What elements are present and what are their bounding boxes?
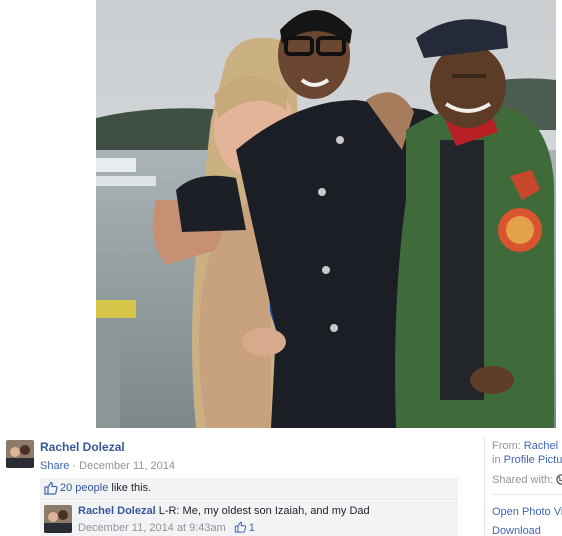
likes-bar: 20 people like this. [40, 478, 458, 500]
shared-with-line: Shared with: [492, 474, 562, 486]
photo-sidebar: From: Rachel D in Profile Pictur Shared … [484, 436, 562, 536]
open-photo-viewer-link[interactable]: Open Photo Vi [492, 506, 562, 518]
in-label: in [492, 454, 504, 466]
post-photo[interactable] [96, 0, 556, 428]
photo-image [96, 0, 556, 428]
album-line: in Profile Pictur [492, 454, 562, 466]
shared-with-label: Shared with: [492, 474, 554, 486]
photo-stage [0, 0, 562, 428]
comment-timestamp[interactable]: December 11, 2014 at 9:43am [78, 522, 226, 534]
from-line: From: Rachel D [492, 440, 562, 452]
meta-separator: · [69, 460, 80, 472]
avatar-image [6, 440, 34, 468]
sidebar-divider [492, 494, 562, 495]
thumbs-up-icon [44, 481, 58, 495]
from-label: From: [492, 440, 524, 452]
share-link[interactable]: Share [40, 460, 69, 472]
comment: Rachel Dolezal L-R: Me, my oldest son Iz… [40, 501, 458, 536]
thumbs-up-icon[interactable] [234, 521, 247, 533]
comment-body: Rachel Dolezal L-R: Me, my oldest son Iz… [78, 505, 370, 517]
from-name-link[interactable]: Rachel D [524, 440, 562, 452]
download-link[interactable]: Download [492, 525, 541, 536]
comment-meta: December 11, 2014 at 9:43am 1 [78, 521, 255, 534]
album-link[interactable]: Profile Pictur [504, 454, 562, 466]
comment-author-link[interactable]: Rachel Dolezal [78, 505, 156, 517]
comment-text: L-R: Me, my oldest son Izaiah, and my Da… [158, 505, 370, 517]
globe-icon[interactable] [556, 474, 562, 485]
likes-summary: 20 people like this. [60, 482, 151, 494]
avatar-image [44, 505, 72, 533]
likes-count-link[interactable]: 20 people [60, 482, 108, 494]
author-avatar[interactable] [6, 440, 34, 468]
photo-post: Rachel Dolezal Share · December 11, 2014… [0, 430, 470, 536]
comment-avatar[interactable] [44, 505, 72, 533]
post-author-link[interactable]: Rachel Dolezal [40, 440, 125, 454]
post-date[interactable]: December 11, 2014 [79, 460, 175, 472]
post-meta: Share · December 11, 2014 [40, 460, 175, 472]
likes-suffix: like this. [108, 482, 152, 494]
comment-like-count[interactable]: 1 [249, 522, 255, 534]
